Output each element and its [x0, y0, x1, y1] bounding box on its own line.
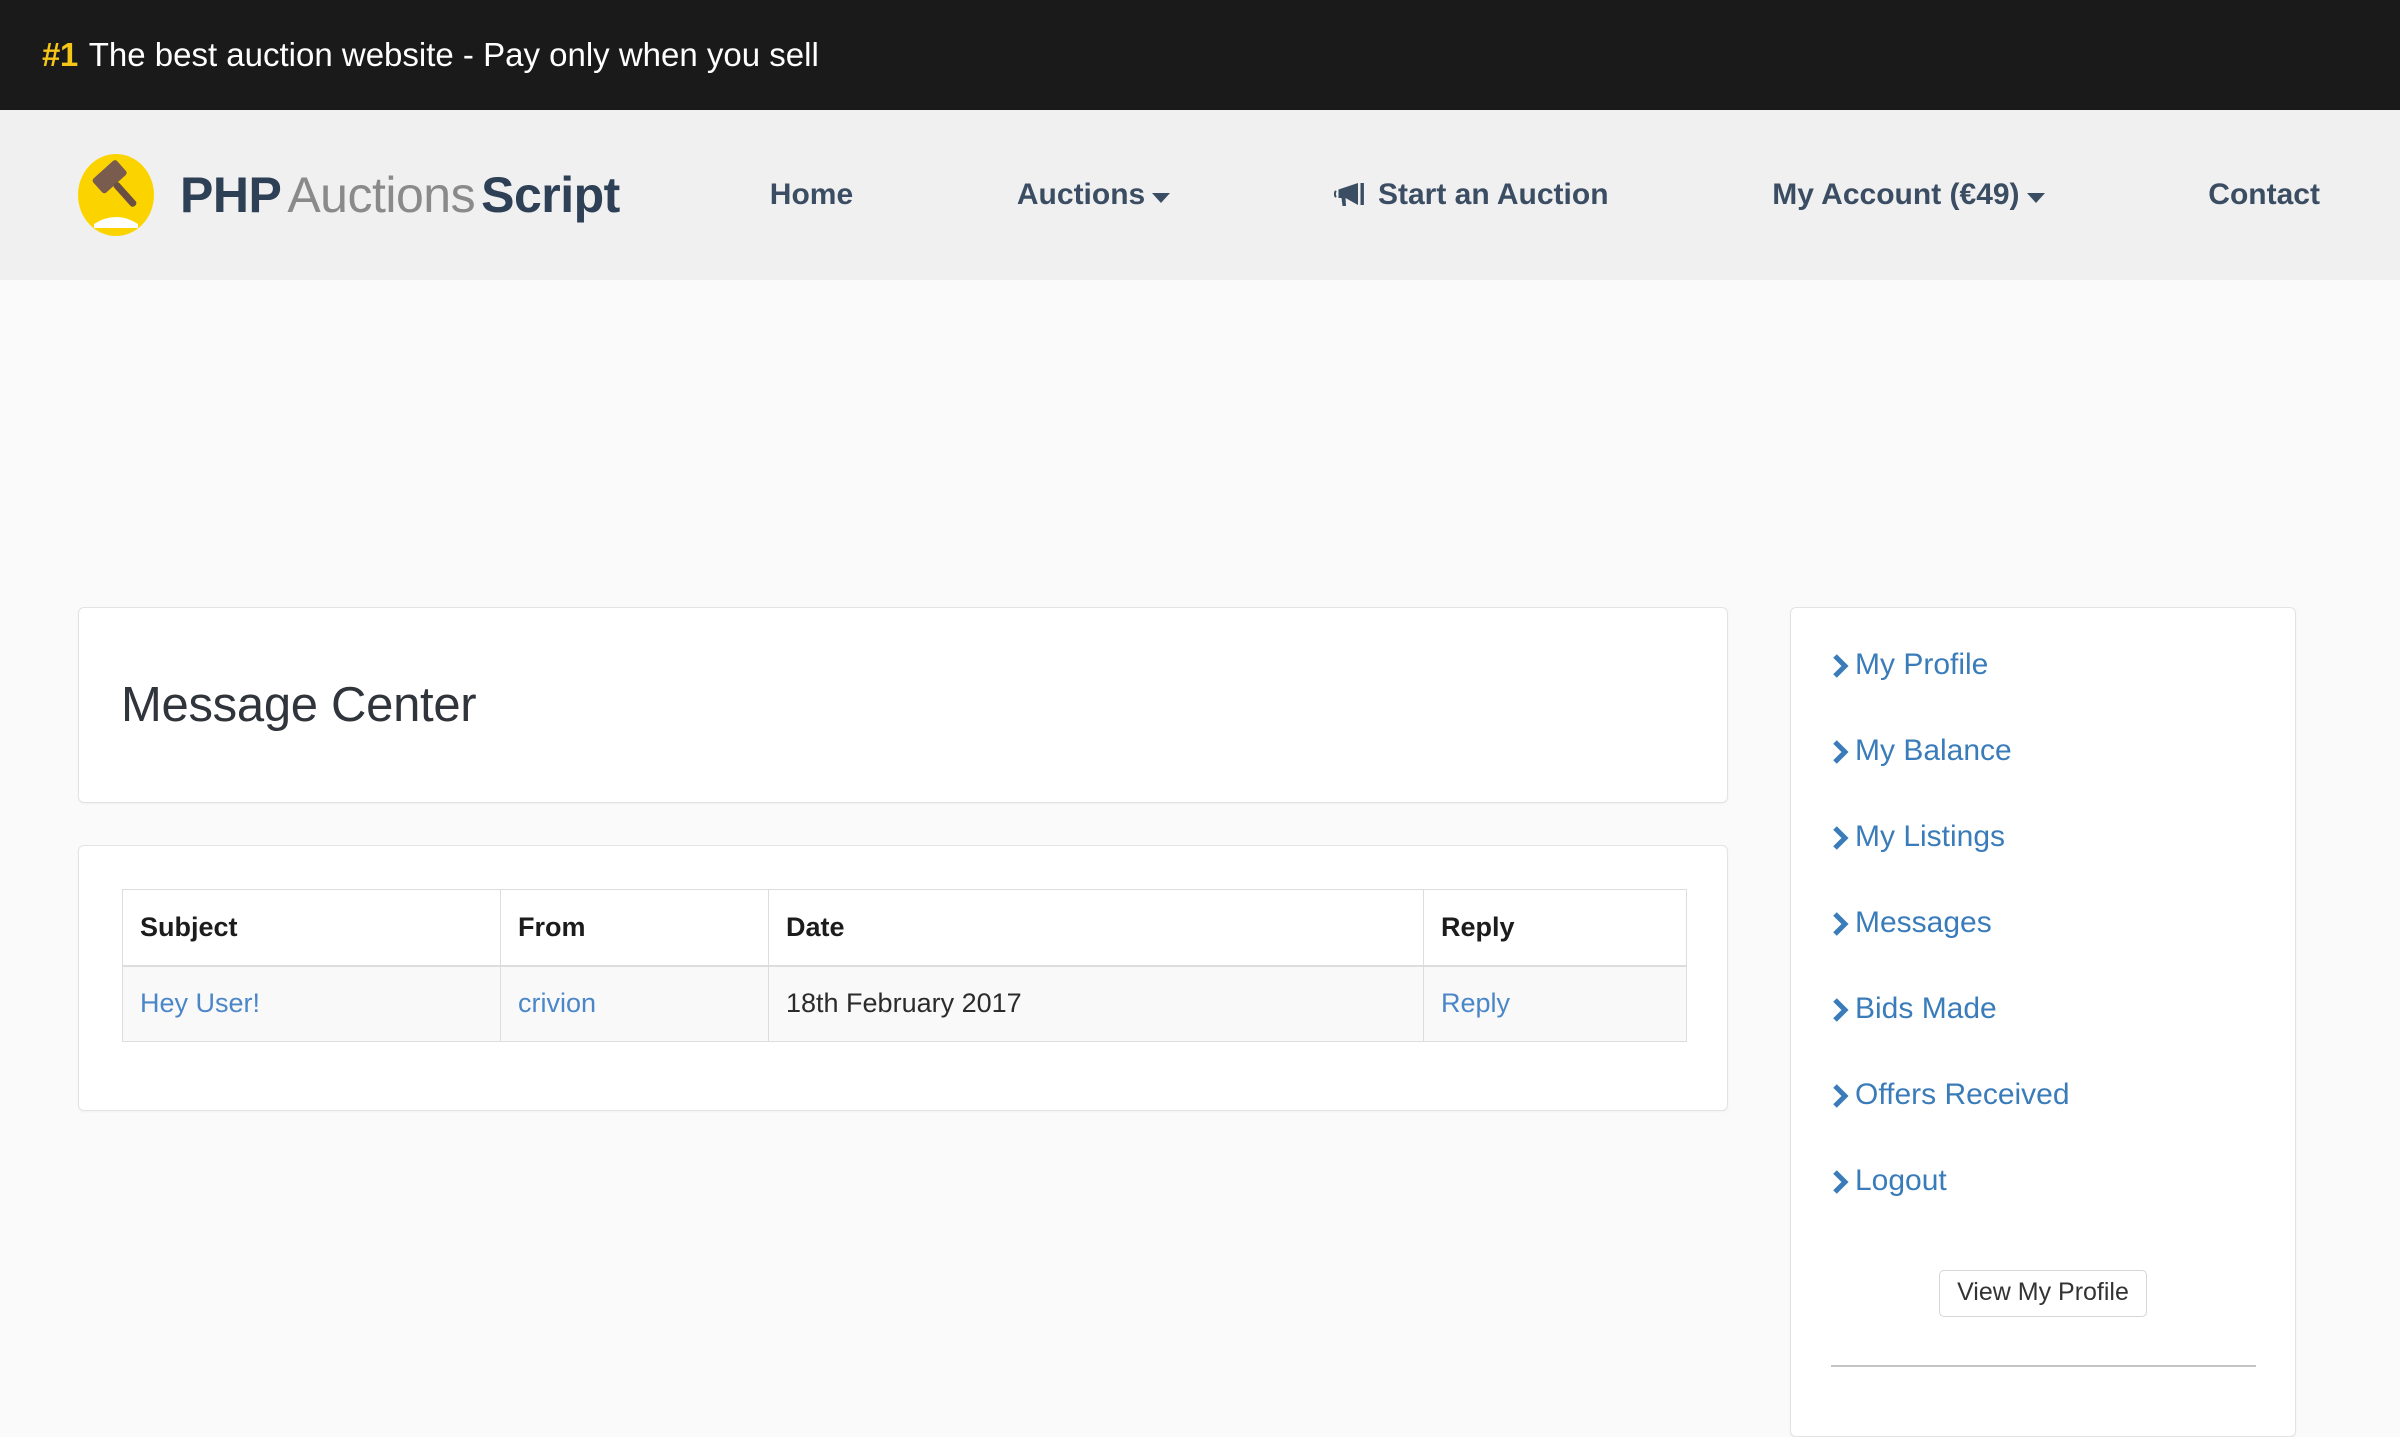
bullhorn-icon [1333, 181, 1368, 211]
rank-badge: #1 [42, 36, 78, 73]
page-title: Message Center [121, 678, 477, 732]
cell-from: crivion [500, 965, 769, 1042]
nav-item-start-an-auction[interactable]: Start an Auction [1333, 178, 1609, 212]
column-header-from: From [500, 889, 769, 967]
cell-date: 18th February 2017 [768, 965, 1424, 1042]
nav-item-auctions-label: Auctions [1016, 178, 1146, 211]
sidebar-item-label: Messages [1855, 906, 1992, 939]
brand-logo-link[interactable]: PHP Auctions Script [78, 154, 620, 236]
view-my-profile-button[interactable]: View My Profile [1939, 1270, 2147, 1317]
sidebar-item-label: Logout [1855, 1164, 1947, 1197]
sidebar-item-label: My Balance [1855, 734, 2012, 767]
page-title-panel: Message Center [78, 607, 1728, 803]
sidebar-item-offers-received[interactable]: Offers Received [1831, 1078, 2255, 1112]
site-header: PHP Auctions Script Home Auctions Start an… [0, 110, 2400, 280]
nav-item-my-account[interactable]: My Account (€49) [1772, 178, 2045, 212]
gavel-icon [78, 154, 154, 236]
nav-item-start-an-auction-label: Start an Auction [1377, 178, 1609, 211]
message-sender-link[interactable]: crivion [518, 988, 596, 1018]
view-profile-button-wrap: View My Profile [1831, 1270, 2255, 1317]
nav-item-home-label: Home [769, 178, 854, 211]
table-row: Hey User! crivion 18th February 2017 Rep… [122, 965, 1687, 1042]
nav-item-contact[interactable]: Contact [2208, 178, 2320, 212]
messages-table-panel: Subject From Date Reply Hey User! crivio… [78, 845, 1728, 1111]
messages-table: Subject From Date Reply Hey User! crivio… [122, 889, 1687, 1042]
page-body: Message Center Subject From Date Reply H… [0, 280, 2400, 1437]
sidebar-item-label: My Profile [1855, 648, 1989, 681]
table-body: Hey User! crivion 18th February 2017 Rep… [122, 965, 1687, 1042]
message-subject-link[interactable]: Hey User! [140, 988, 260, 1018]
chevron-right-icon [1831, 653, 1851, 679]
nav-item-my-account-label: My Account (€49) [1772, 178, 2020, 211]
nav-item-contact-label: Contact [2208, 178, 2320, 211]
account-sidebar-panel: My Profile My Balance My Listings Messag… [1790, 607, 2296, 1437]
brand-part-3: Script [481, 167, 620, 223]
chevron-right-icon [1831, 739, 1851, 765]
announcement-bar: #1 The best auction website - Pay only w… [0, 0, 2400, 110]
sidebar-item-bids-made[interactable]: Bids Made [1831, 992, 2255, 1026]
sidebar-item-my-balance[interactable]: My Balance [1831, 734, 2255, 768]
column-header-reply: Reply [1423, 889, 1687, 967]
sidebar-item-label: Bids Made [1855, 992, 1997, 1025]
chevron-down-icon [2026, 193, 2045, 203]
cell-subject: Hey User! [122, 965, 501, 1042]
chevron-right-icon [1831, 1169, 1851, 1195]
message-reply-link[interactable]: Reply [1441, 988, 1510, 1018]
column-header-subject: Subject [122, 889, 501, 967]
chevron-down-icon [1152, 193, 1171, 203]
main-content-column: Message Center Subject From Date Reply H… [78, 607, 1728, 1111]
chevron-right-icon [1831, 997, 1851, 1023]
sidebar-item-label: Offers Received [1855, 1078, 2070, 1111]
table-header-row: Subject From Date Reply [122, 889, 1687, 967]
table-header: Subject From Date Reply [122, 889, 1687, 967]
sidebar-item-label: My Listings [1855, 820, 2006, 853]
cell-reply: Reply [1423, 965, 1687, 1042]
sidebar-item-my-listings[interactable]: My Listings [1831, 820, 2255, 854]
sidebar-divider [1831, 1365, 2256, 1367]
column-header-date: Date [768, 889, 1424, 967]
sidebar-item-logout[interactable]: Logout [1831, 1164, 2255, 1198]
nav-item-auctions[interactable]: Auctions [1016, 178, 1171, 212]
announcement-text: The best auction website - Pay only when… [88, 36, 819, 73]
sidebar-item-my-profile[interactable]: My Profile [1831, 648, 2255, 682]
nav-item-home[interactable]: Home [770, 178, 853, 212]
brand-part-1: PHP [180, 167, 282, 223]
chevron-right-icon [1831, 911, 1851, 937]
chevron-right-icon [1831, 1083, 1851, 1109]
sidebar-item-messages[interactable]: Messages [1831, 906, 2255, 940]
primary-navigation: Home Auctions Start an Auction My Accoun… [770, 178, 2340, 212]
brand-text: PHP Auctions Script [180, 170, 620, 220]
brand-part-2: Auctions [287, 167, 476, 223]
chevron-right-icon [1831, 825, 1851, 851]
